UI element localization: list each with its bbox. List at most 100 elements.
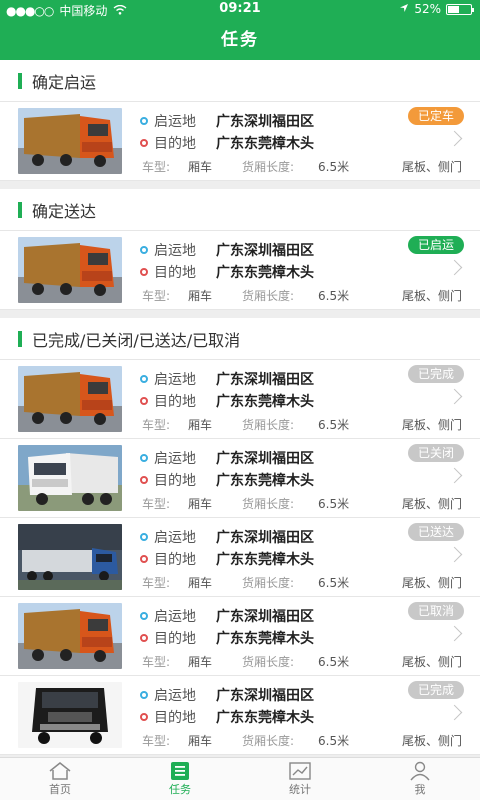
truck-image <box>18 108 122 174</box>
origin-dot-icon <box>140 691 148 699</box>
task-card[interactable]: 启运地 广东深圳福田区 目的地 广东东莞樟木头 车型: 厢车 货厢长度: 6.5米 尾板、侧门 已… <box>0 439 480 518</box>
spec-row: 车型: 厢车 货厢长度: 6.5米 尾板、侧门 <box>142 574 462 590</box>
status-badge: 已完成 <box>407 365 464 383</box>
cargo-length-label: 货厢长度: <box>242 576 295 590</box>
origin-row: 启运地 广东深圳福田区 <box>140 527 314 547</box>
origin-dot-icon <box>140 375 148 383</box>
truck-image <box>18 682 122 748</box>
origin-value: 广东深圳福田区 <box>216 688 314 704</box>
vehicle-features: 尾板、侧门 <box>401 576 462 590</box>
tab-chart[interactable]: 统计 <box>240 758 360 800</box>
destination-value: 广东东莞樟木头 <box>216 631 314 647</box>
cargo-length-value: 6.5米 <box>318 497 350 511</box>
vehicle-type-value: 厢车 <box>188 655 213 669</box>
vehicle-features: 尾板、侧门 <box>401 289 462 303</box>
task-section: 已完成/已关闭/已送达/已取消 启运地 广东深圳福田区 目的地 广东东莞樟木头 车型: 厢… <box>0 318 480 755</box>
section-header: 确定启运 <box>0 60 480 102</box>
destination-label: 目的地 <box>154 136 196 152</box>
destination-row: 目的地 广东东莞樟木头 <box>140 470 314 490</box>
home-icon <box>47 761 73 781</box>
origin-dot-icon <box>140 533 148 541</box>
truck-image <box>18 237 122 303</box>
origin-label: 启运地 <box>154 372 196 388</box>
cargo-length-label: 货厢长度: <box>242 289 295 303</box>
origin-row: 启运地 广东深圳福田区 <box>140 369 314 389</box>
truck-image <box>18 366 122 432</box>
section-header: 已完成/已关闭/已送达/已取消 <box>0 318 480 360</box>
spec-row: 车型: 厢车 货厢长度: 6.5米 尾板、侧门 <box>142 287 462 303</box>
vehicle-type-value: 厢车 <box>188 418 213 432</box>
destination-value: 广东东莞樟木头 <box>216 265 314 281</box>
origin-label: 启运地 <box>154 688 196 704</box>
chevron-right-icon <box>446 130 463 147</box>
cargo-length-value: 6.5米 <box>318 160 350 174</box>
origin-label: 启运地 <box>154 451 196 467</box>
section-title: 确定送达 <box>32 201 97 221</box>
tab-user[interactable]: 我 <box>360 758 480 800</box>
spec-row: 车型: 厢车 货厢长度: 6.5米 尾板、侧门 <box>142 416 462 432</box>
spec-row: 车型: 厢车 货厢长度: 6.5米 尾板、侧门 <box>142 732 462 748</box>
origin-value: 广东深圳福田区 <box>216 530 314 546</box>
vehicle-type-label: 车型: <box>142 576 171 590</box>
destination-row: 目的地 广东东莞樟木头 <box>140 391 314 411</box>
destination-label: 目的地 <box>154 552 196 568</box>
tab-label: 统计 <box>289 783 311 796</box>
chevron-right-icon <box>446 388 463 405</box>
chevron-right-icon <box>446 259 463 276</box>
destination-value: 广东东莞樟木头 <box>216 394 314 410</box>
tab-home[interactable]: 首页 <box>0 758 120 800</box>
origin-value: 广东深圳福田区 <box>216 114 314 130</box>
vehicle-features: 尾板、侧门 <box>401 734 462 748</box>
task-card[interactable]: 启运地 广东深圳福田区 目的地 广东东莞樟木头 车型: 厢车 货厢长度: 6.5米 尾板、侧门 已… <box>0 518 480 597</box>
origin-row: 启运地 广东深圳福田区 <box>140 685 314 705</box>
section-divider <box>0 181 480 189</box>
vehicle-type-value: 厢车 <box>188 734 213 748</box>
origin-dot-icon <box>140 117 148 125</box>
cargo-length-value: 6.5米 <box>318 418 350 432</box>
status-badge: 已定车 <box>407 107 464 125</box>
vehicle-type-value: 厢车 <box>188 289 213 303</box>
origin-row: 启运地 广东深圳福田区 <box>140 111 314 131</box>
section-accent-bar <box>18 201 22 218</box>
truck-image <box>18 445 122 511</box>
destination-dot-icon <box>140 555 148 563</box>
cargo-length-label: 货厢长度: <box>242 655 295 669</box>
cargo-length-label: 货厢长度: <box>242 418 295 432</box>
destination-dot-icon <box>140 634 148 642</box>
cargo-length-value: 6.5米 <box>318 655 350 669</box>
origin-value: 广东深圳福田区 <box>216 451 314 467</box>
chart-icon <box>287 761 313 781</box>
origin-value: 广东深圳福田区 <box>216 609 314 625</box>
task-card[interactable]: 启运地 广东深圳福田区 目的地 广东东莞樟木头 车型: 厢车 货厢长度: 6.5米 尾板、侧门 已… <box>0 360 480 439</box>
app-header: ●●●○○ 中国移动 09:21 52% 任务 <box>0 0 480 60</box>
battery-percent: 52% <box>414 2 441 16</box>
status-bar: ●●●○○ 中国移动 09:21 52% <box>0 0 480 18</box>
chevron-right-icon <box>446 625 463 642</box>
tab-bar: 首页 任务 统计 我 <box>0 757 480 800</box>
vehicle-type-value: 厢车 <box>188 576 213 590</box>
origin-label: 启运地 <box>154 530 196 546</box>
origin-row: 启运地 广东深圳福田区 <box>140 606 314 626</box>
task-card[interactable]: 启运地 广东深圳福田区 目的地 广东东莞樟木头 车型: 厢车 货厢长度: 6.5米 尾板、侧门 已… <box>0 597 480 676</box>
vehicle-features: 尾板、侧门 <box>401 655 462 669</box>
origin-dot-icon <box>140 454 148 462</box>
status-badge: 已送达 <box>407 523 464 541</box>
vehicle-type-label: 车型: <box>142 289 171 303</box>
task-card[interactable]: 启运地 广东深圳福田区 目的地 广东东莞樟木头 车型: 厢车 货厢长度: 6.5米 尾板、侧门 已… <box>0 231 480 310</box>
tab-task[interactable]: 任务 <box>120 758 240 800</box>
spec-row: 车型: 厢车 货厢长度: 6.5米 尾板、侧门 <box>142 653 462 669</box>
vehicle-type-label: 车型: <box>142 497 171 511</box>
origin-label: 启运地 <box>154 243 196 259</box>
cargo-length-label: 货厢长度: <box>242 160 295 174</box>
origin-label: 启运地 <box>154 609 196 625</box>
task-list[interactable]: 确定启运 启运地 广东深圳福田区 目的地 广东东莞樟木头 车型: 厢车 货厢长度: 6.5米尾… <box>0 60 480 757</box>
tab-label: 任务 <box>169 783 191 796</box>
vehicle-type-label: 车型: <box>142 734 171 748</box>
task-card[interactable]: 启运地 广东深圳福田区 目的地 广东东莞樟木头 车型: 厢车 货厢长度: 6.5米 尾板、侧门 已… <box>0 102 480 181</box>
task-card[interactable]: 启运地 广东深圳福田区 目的地 广东东莞樟木头 车型: 厢车 货厢长度: 6.5米 尾板、侧门 已… <box>0 676 480 755</box>
origin-value: 广东深圳福田区 <box>216 243 314 259</box>
task-icon <box>167 761 193 781</box>
vehicle-features: 尾板、侧门 <box>401 160 462 174</box>
vehicle-type-value: 厢车 <box>188 160 213 174</box>
section-accent-bar <box>18 72 22 89</box>
